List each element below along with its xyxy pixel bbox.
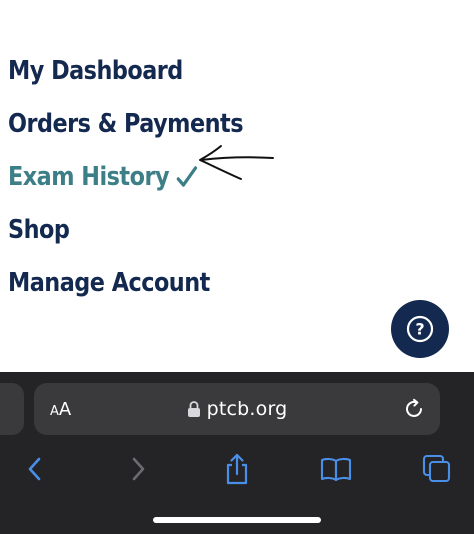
bookmarks-button[interactable] — [318, 451, 354, 487]
nav-item-manage-account[interactable]: Manage Account — [8, 256, 243, 309]
browser-toolbar — [0, 447, 474, 491]
forward-button[interactable] — [120, 451, 156, 487]
hand-drawn-arrow-icon — [199, 145, 274, 180]
lock-icon — [187, 401, 200, 417]
question-mark-icon: ? — [406, 315, 434, 343]
address-bar[interactable]: A A ptcb.org — [34, 383, 440, 435]
previous-tab-pill[interactable] — [0, 383, 24, 435]
nav-item-label: Shop — [8, 214, 70, 245]
nav-item-my-dashboard[interactable]: My Dashboard — [8, 44, 243, 97]
tabs-icon — [422, 454, 451, 483]
nav-item-label: Orders & Payments — [8, 108, 244, 139]
url-text: ptcb.org — [206, 398, 288, 420]
nav-item-label: Manage Account — [8, 267, 210, 298]
nav-item-label: Exam History — [8, 161, 170, 192]
url-display[interactable]: ptcb.org — [34, 383, 440, 435]
share-button[interactable] — [219, 451, 255, 487]
home-indicator[interactable] — [153, 517, 321, 523]
reload-icon[interactable] — [402, 397, 426, 421]
web-page: My Dashboard Orders & Payments Exam Hist… — [0, 0, 474, 372]
chevron-right-icon — [132, 457, 145, 481]
back-button[interactable] — [17, 451, 53, 487]
help-symbol: ? — [415, 320, 424, 339]
tabs-button[interactable] — [419, 451, 455, 487]
share-icon — [226, 453, 248, 485]
help-button[interactable]: ? — [391, 300, 449, 358]
safari-browser-chrome: A A ptcb.org — [0, 372, 474, 534]
chevron-left-icon — [28, 457, 41, 481]
book-icon — [320, 457, 352, 482]
nav-item-shop[interactable]: Shop — [8, 203, 243, 256]
nav-item-label: My Dashboard — [8, 55, 183, 86]
